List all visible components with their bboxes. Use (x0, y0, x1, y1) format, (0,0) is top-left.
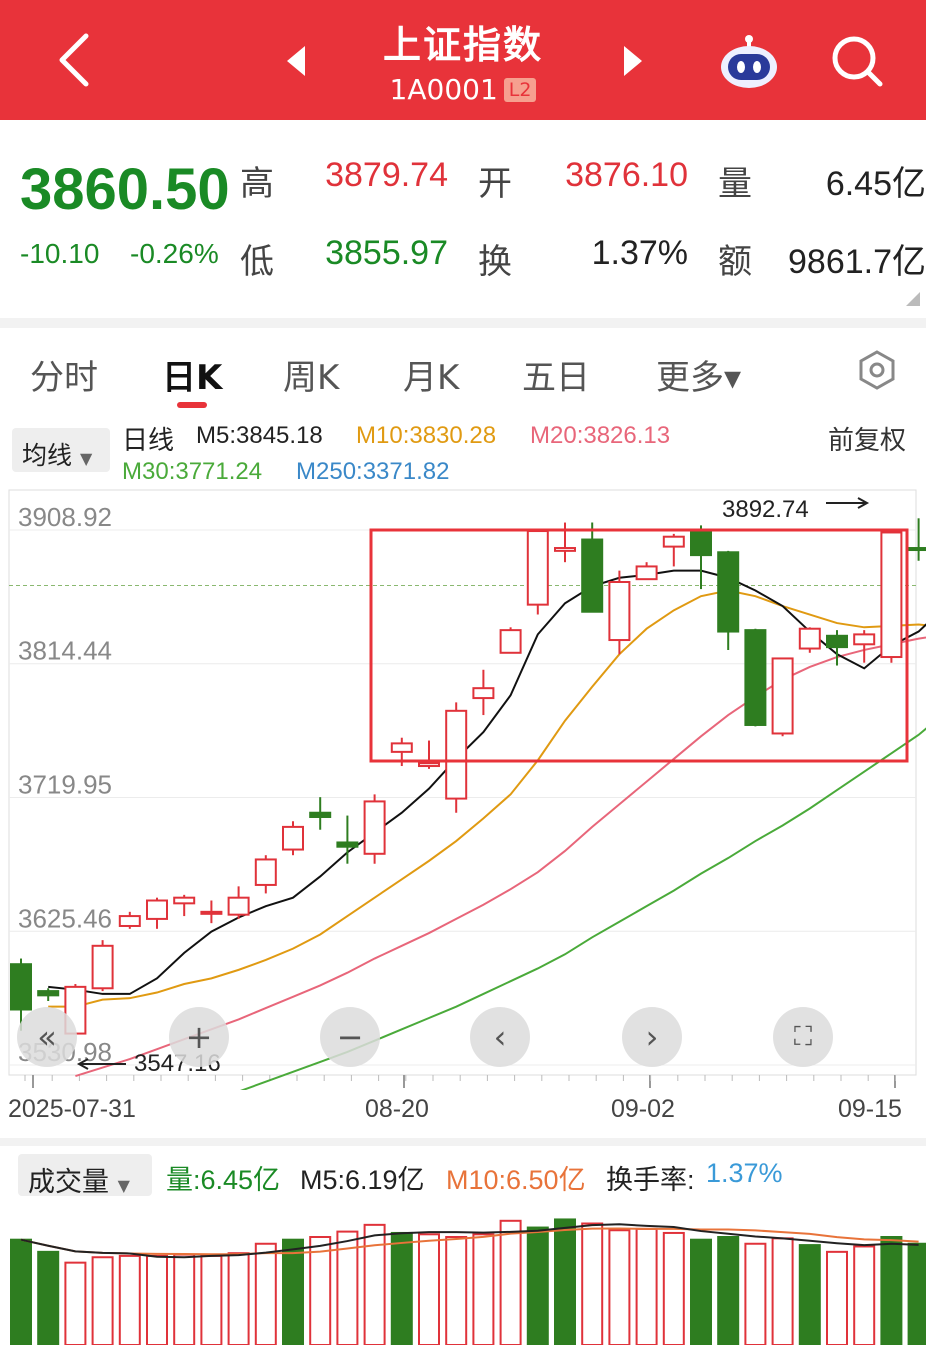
volume-bar (907, 1242, 926, 1345)
candle-body (853, 633, 876, 646)
ma10-line (48, 589, 926, 1008)
candle-body (526, 530, 549, 606)
volume-bar (418, 1233, 440, 1345)
volume-turnover-value: 1.37% (706, 1158, 783, 1188)
x-label-0820: 08-20 (365, 1095, 429, 1123)
volume-bar (608, 1229, 631, 1345)
volume-bar (363, 1223, 386, 1345)
candle-body (771, 657, 794, 735)
ma5-line (48, 569, 926, 995)
volume-bar (853, 1245, 876, 1345)
y-tick-label: 3814.44 (18, 636, 112, 666)
candle-body (798, 627, 821, 650)
candle-body (472, 687, 495, 700)
candle-body (309, 811, 332, 818)
volume-bar (173, 1253, 196, 1345)
x-label-0902: 09-02 (611, 1095, 675, 1123)
volume-turnover-label: 换手率: (606, 1165, 695, 1195)
candle-body (336, 841, 359, 848)
candle-body (363, 800, 386, 855)
divider-volume (0, 1138, 926, 1146)
y-tick-label: 3625.46 (18, 903, 112, 933)
candle-body (445, 709, 468, 800)
volume-bar (581, 1222, 604, 1345)
candle-body (91, 944, 114, 990)
candle-body (37, 990, 60, 997)
fullscreen-button[interactable]: ⛶ (773, 1007, 833, 1067)
volume-indicator-button[interactable]: 成交量 ▼ (18, 1154, 152, 1198)
candle-body (581, 538, 604, 613)
candle-body (554, 547, 576, 552)
volume-bar (146, 1254, 168, 1345)
candle-body (608, 581, 631, 642)
volume-m10: M10:6.50亿 (446, 1165, 586, 1195)
zoom-out-button[interactable]: − (320, 1007, 380, 1067)
volume-bar (445, 1236, 468, 1345)
volume-bar (64, 1261, 87, 1345)
candle-body (744, 629, 767, 726)
volume-bar (472, 1233, 495, 1345)
rewind-button[interactable]: « (17, 1007, 77, 1067)
volume-bar (635, 1227, 658, 1345)
candle-body (662, 535, 685, 548)
candle-body (10, 963, 32, 1011)
candle-body (254, 858, 277, 886)
candle-body (390, 742, 413, 753)
volume-bar (282, 1238, 304, 1345)
volume-bar (10, 1238, 32, 1345)
volume-bar (717, 1236, 740, 1345)
volume-bar (826, 1250, 848, 1345)
candle-body (907, 547, 926, 552)
volume-bar (254, 1242, 277, 1345)
candle-body (717, 551, 740, 633)
candle-body (200, 910, 223, 915)
volume-bar (200, 1254, 223, 1345)
max-price-annotation: 3892.74 (722, 496, 809, 523)
x-label-0915: 09-15 (838, 1095, 902, 1123)
candle-body (146, 899, 168, 920)
volume-bar (526, 1226, 549, 1345)
volume-bar (662, 1231, 685, 1345)
scroll-left-button[interactable]: ‹ (470, 1007, 530, 1067)
candle-body (227, 896, 250, 916)
volume-bar (499, 1219, 522, 1345)
scroll-right-button[interactable]: › (622, 1007, 682, 1067)
volume-indicator-label: 成交量 (28, 1167, 109, 1198)
volume-bar (91, 1256, 114, 1345)
x-label-start: 2025-07-31 (8, 1095, 136, 1123)
y-tick-label: 3908.92 (18, 502, 112, 532)
volume-bar (390, 1231, 413, 1345)
candle-body (499, 629, 522, 654)
volume-chart[interactable] (0, 1196, 926, 1345)
candle-body (282, 825, 304, 851)
volume-bar (744, 1242, 767, 1345)
candle-body (418, 762, 440, 768)
candle-body (635, 565, 658, 581)
volume-bar (880, 1236, 903, 1345)
candle-body (118, 915, 141, 927)
candle-body (826, 634, 848, 649)
volume-bar (118, 1254, 141, 1345)
zoom-in-button[interactable]: + (169, 1007, 229, 1067)
candle-body (880, 531, 903, 659)
volume-bar (309, 1236, 332, 1345)
y-tick-label: 3719.95 (18, 770, 112, 800)
volume-bar (37, 1250, 60, 1345)
chevron-down-icon: ▼ (117, 1176, 130, 1195)
candle-body (173, 896, 196, 905)
candle-body (690, 531, 712, 557)
volume-bar (227, 1252, 250, 1345)
volume-current: 量:6.45亿 (166, 1165, 281, 1195)
volume-bar (554, 1218, 576, 1345)
candlestick-chart[interactable]: 3908.923814.443719.953625.463530.983892.… (0, 0, 926, 1090)
volume-bar (690, 1238, 712, 1345)
volume-bar (771, 1237, 794, 1345)
volume-m5: M5:6.19亿 (300, 1165, 425, 1195)
volume-bar (798, 1244, 821, 1345)
